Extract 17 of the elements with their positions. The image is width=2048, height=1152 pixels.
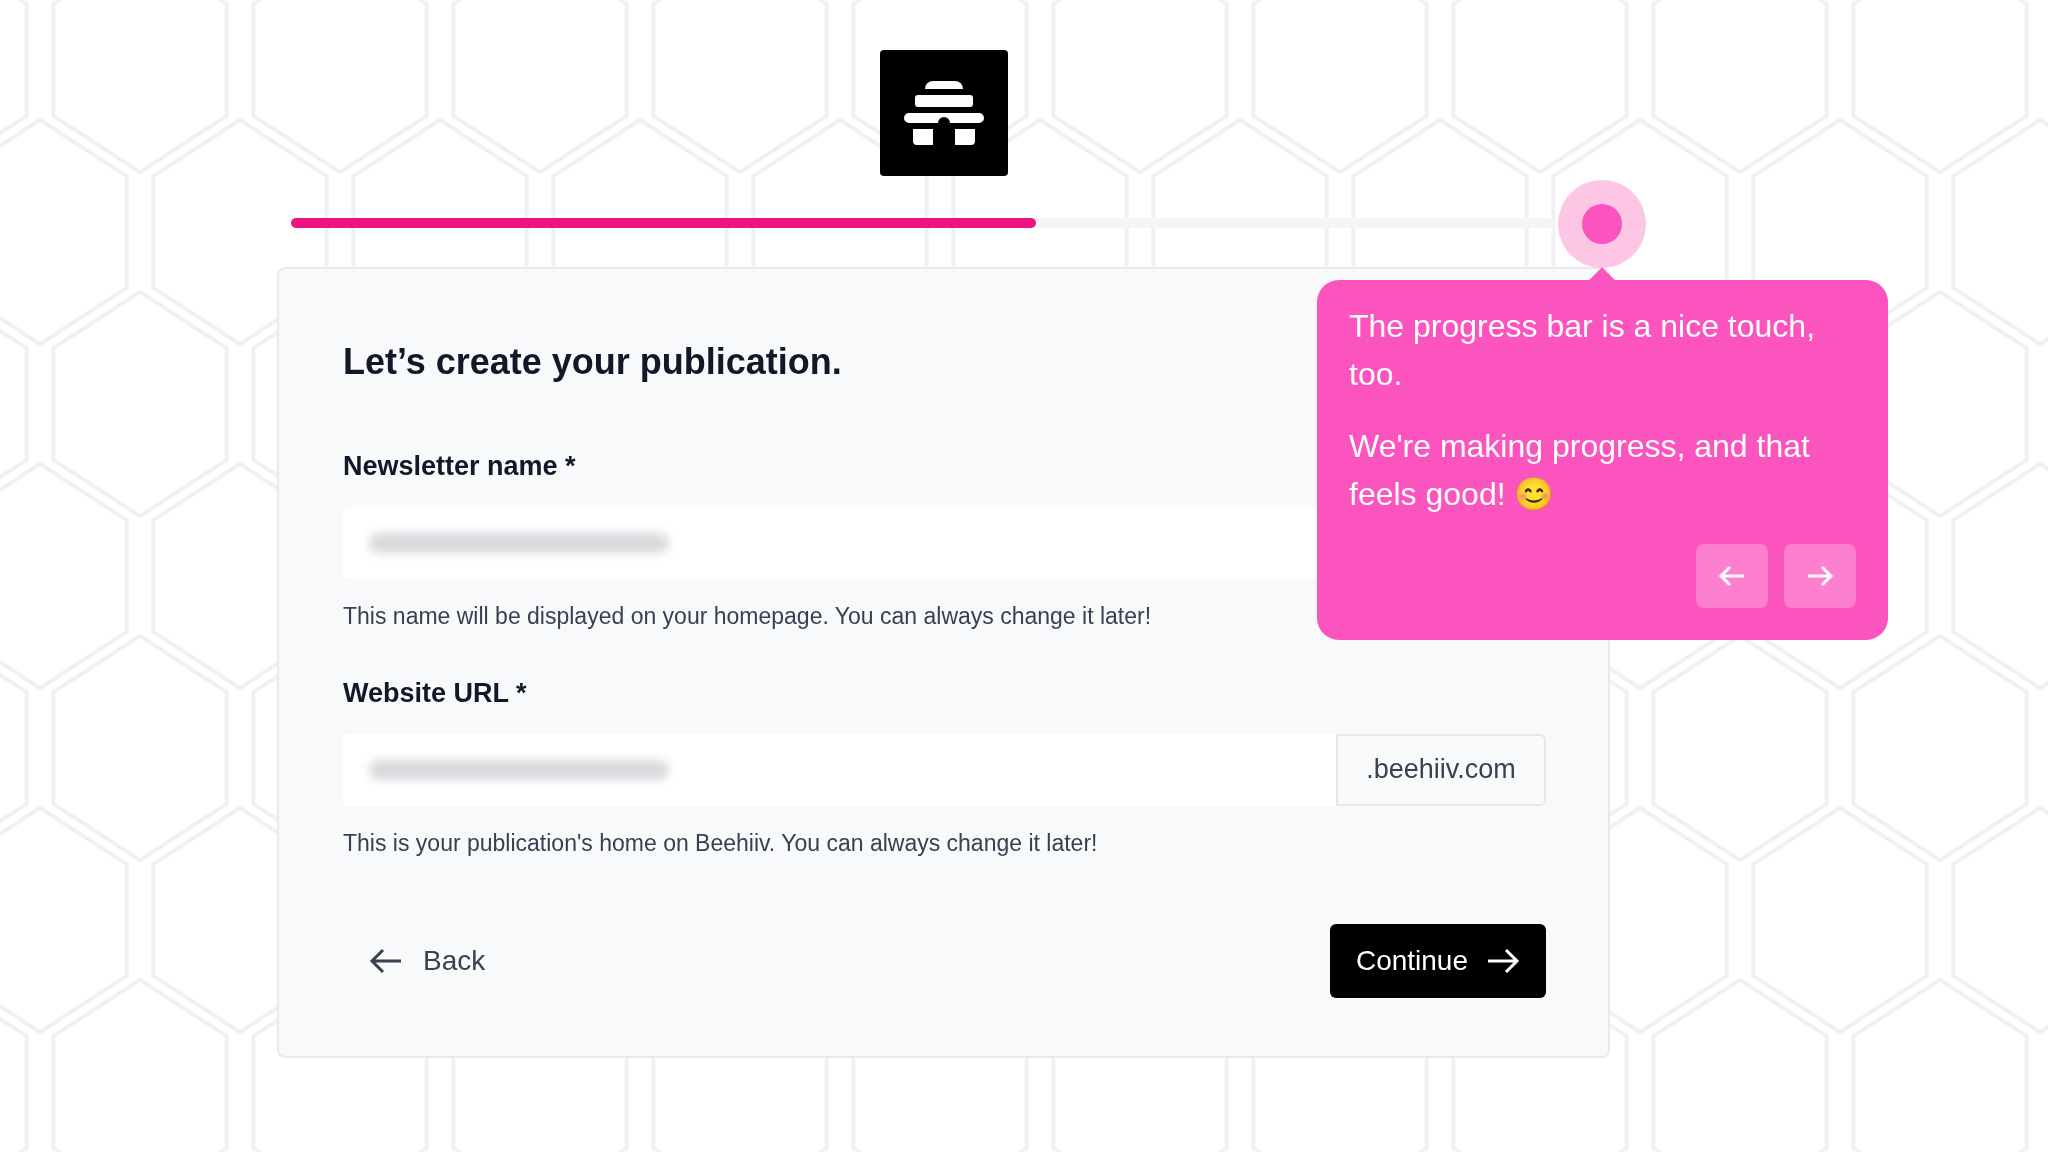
tooltip-text: The progress bar is a nice touch, too. <box>1349 307 1816 394</box>
form-title: Let’s create your publication. <box>343 340 842 384</box>
back-button[interactable]: Back <box>343 940 486 982</box>
help-text: This name will be displayed on your homepage. You can always change it later! <box>343 601 1152 631</box>
field-label: Website URL * <box>343 677 527 710</box>
next-button[interactable] <box>1784 544 1856 608</box>
arrow-right-icon <box>1806 564 1834 588</box>
tooltip-text: We're making progress, and that feels good! 😊 <box>1349 427 1811 514</box>
continue-button[interactable]: Continue <box>1329 924 1546 998</box>
field-label: Newsletter name * <box>343 450 576 483</box>
help-text: This is your publication's home on Beehiiv. You can always change it later! <box>343 828 1098 858</box>
previous-button[interactable] <box>1696 544 1768 608</box>
domain-suffix: .beehiiv.com <box>1336 733 1546 806</box>
arrow-left-icon <box>1718 564 1746 588</box>
arrow-right-icon <box>1486 947 1520 975</box>
arrow-left-icon <box>369 947 403 975</box>
input-field[interactable] <box>343 733 1336 806</box>
